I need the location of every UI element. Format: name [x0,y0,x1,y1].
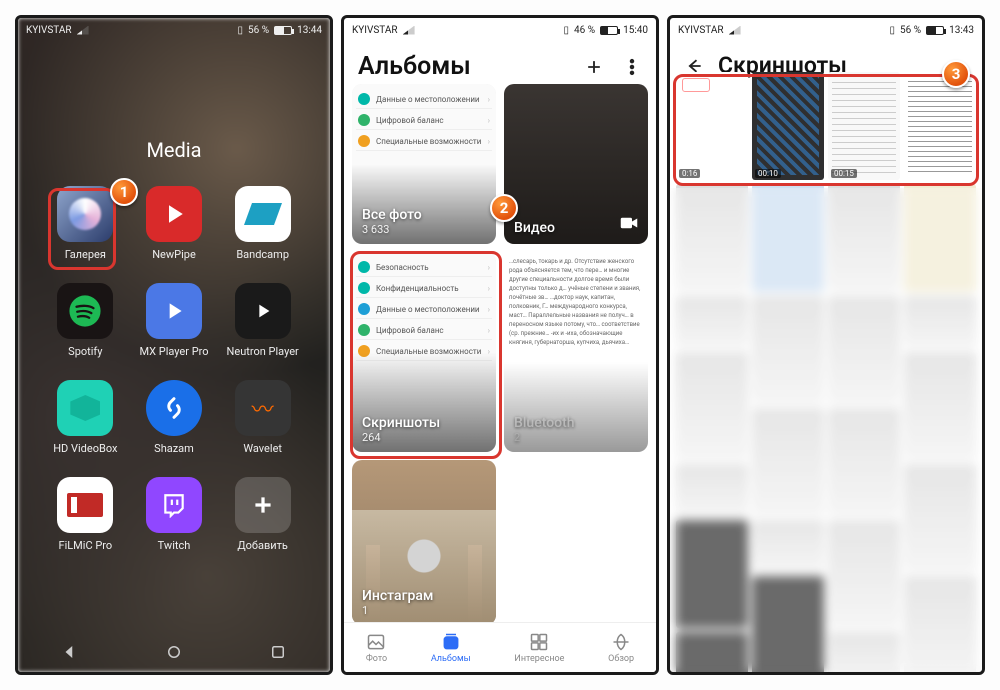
video-icon [620,215,638,234]
album-name: Bluetooth [514,415,575,431]
battery-pct: 56 % [900,25,921,36]
albums-header: Альбомы [344,42,656,85]
status-bar: KYIVSTAR ▯ 56 % 13:43 [670,18,982,42]
wavelet-icon: 〰 [235,380,291,436]
tab-label: Обзор [608,654,634,664]
folder-title: Media [18,138,330,162]
app-label: MX Player Pro [139,345,208,358]
phone-homescreen: KYIVSTAR ▯ 56 % 13:44 Media Галерея NewP… [15,15,333,675]
filmic-icon [57,477,113,533]
app-label: FiLMiC Pro [58,539,112,552]
app-label: Shazam [154,442,194,455]
album-video[interactable]: Видео [504,84,648,244]
spotify-icon [57,283,113,339]
more-icon[interactable] [622,57,642,77]
app-filmic[interactable]: FiLMiC Pro [46,477,125,552]
clock: 13:43 [949,25,974,36]
app-newpipe[interactable]: NewPipe [135,186,214,261]
album-instagram[interactable]: Инстаграм 1 [352,460,496,625]
album-name: Все фото [362,207,422,223]
highlight-gallery [48,188,116,270]
signal-icon [403,26,415,35]
tab-label: Фото [366,654,387,664]
hdvideobox-icon [57,380,113,436]
app-mxplayer[interactable]: MX Player Pro [135,283,214,358]
battery-icon [926,26,944,35]
app-add[interactable]: Добавить [223,477,302,552]
tab-albums[interactable]: Альбомы [431,632,471,664]
step-badge-3: 3 [942,60,970,88]
app-twitch[interactable]: Twitch [135,477,214,552]
album-count: 2 [514,431,575,444]
tab-interesting[interactable]: Интересное [514,632,564,664]
album-bluetooth[interactable]: …слесарь, токарь и др. Отсутствие женско… [504,252,648,452]
app-label: Twitch [158,539,191,552]
app-label: Bandcamp [236,248,289,261]
app-wavelet[interactable]: 〰 Wavelet [223,380,302,455]
bottom-nav: Фото Альбомы Интересное Обзор [344,622,656,672]
status-bar: KYIVSTAR ▯ 56 % 13:44 [18,18,330,42]
carrier-label: KYIVSTAR [352,25,398,36]
app-label: HD VideoBox [53,442,117,455]
app-label: Добавить [237,539,288,552]
phone-screenshots-album: KYIVSTAR ▯ 56 % 13:43 Скриншоты 0:16 00:… [667,15,985,675]
blur-overlay [670,188,982,672]
twitch-icon [146,477,202,533]
add-album-icon[interactable] [584,57,604,77]
album-all-photos[interactable]: Данные о местоположении›Цифровой баланс›… [352,84,496,244]
carrier-label: KYIVSTAR [678,25,724,36]
tab-photos[interactable]: Фото [366,632,387,664]
highlight-top-thumbs [673,74,979,186]
recents-icon[interactable] [269,643,287,661]
app-hdvideobox[interactable]: HD VideoBox [46,380,125,455]
phone-gallery-albums: KYIVSTAR ▯ 46 % 15:40 Альбомы Данные о м… [341,15,659,675]
app-label: Wavelet [243,442,282,455]
android-navbar [18,632,330,672]
album-thumb: …слесарь, токарь и др. Отсутствие женско… [509,257,643,447]
signal-icon [729,26,741,35]
plus-icon [235,477,291,533]
battery-icon [600,26,618,35]
app-shazam[interactable]: Shazam [135,380,214,455]
newpipe-icon [146,186,202,242]
app-bandcamp[interactable]: Bandcamp [223,186,302,261]
status-bar: KYIVSTAR ▯ 46 % 15:40 [344,18,656,42]
bandcamp-icon [235,186,291,242]
signal-icon [77,26,89,35]
carrier-label: KYIVSTAR [26,25,72,36]
album-count: 1 [362,604,433,617]
vibrate-icon: ▯ [238,25,244,36]
app-label: NewPipe [152,248,196,261]
vibrate-icon: ▯ [564,25,570,36]
vibrate-icon: ▯ [890,25,896,36]
tab-label: Интересное [514,654,564,664]
tab-overview[interactable]: Обзор [608,632,634,664]
app-label: Neutron Player [227,345,299,358]
shazam-icon [146,380,202,436]
app-label: Spotify [68,345,102,358]
mxplayer-icon [146,283,202,339]
album-count: 3 633 [362,223,422,236]
album-name: Видео [514,220,555,236]
highlight-screenshots-album [350,251,502,459]
page-title: Альбомы [358,52,471,81]
step-badge-1: 1 [110,178,138,206]
neutron-icon [235,283,291,339]
clock: 15:40 [623,25,648,36]
back-icon[interactable] [61,643,79,661]
app-spotify[interactable]: Spotify [46,283,125,358]
home-icon[interactable] [165,643,183,661]
battery-pct: 56 % [248,25,269,36]
clock: 13:44 [297,25,322,36]
album-name: Инстаграм [362,588,433,604]
step-badge-2: 2 [490,194,518,222]
app-neutron[interactable]: Neutron Player [223,283,302,358]
tab-label: Альбомы [431,654,471,664]
battery-icon [274,26,292,35]
battery-pct: 46 % [574,25,595,36]
